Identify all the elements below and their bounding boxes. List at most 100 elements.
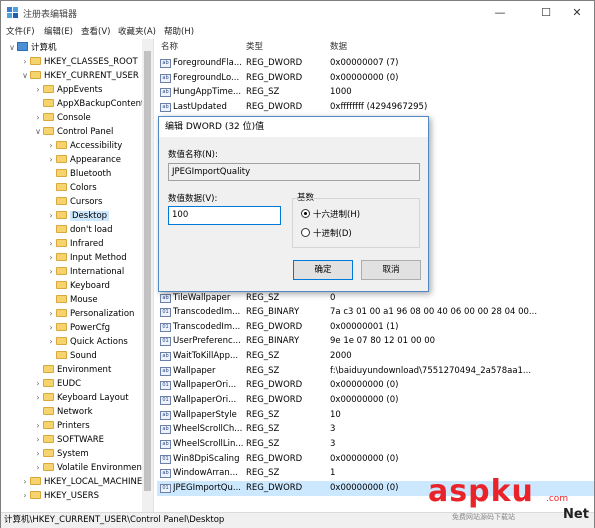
chevron-down-icon[interactable]: ∨ [20, 69, 30, 83]
chevron-right-icon[interactable]: › [33, 83, 43, 97]
tree-item[interactable]: Keyboard [46, 279, 110, 293]
tree-item[interactable]: › SOFTWARE [33, 433, 104, 447]
close-button[interactable]: ✕ [564, 5, 590, 21]
value-row[interactable]: ab HungAppTime... REG_SZ 1000 [157, 85, 594, 100]
tree-item[interactable]: Environment [33, 363, 111, 377]
chevron-right-icon[interactable]: › [20, 489, 30, 503]
chevron-right-icon[interactable]: › [33, 447, 43, 461]
chevron-right-icon[interactable]: › [46, 139, 56, 153]
tree-item[interactable]: › HKEY_LOCAL_MACHINE [20, 475, 142, 489]
chevron-down-icon[interactable]: ∨ [7, 41, 17, 55]
tree-item[interactable]: Mouse [46, 293, 98, 307]
column-header-name[interactable]: 名称 [161, 39, 178, 55]
maximize-button[interactable]: ☐ [533, 5, 559, 21]
tree-item[interactable]: Sound [46, 349, 97, 363]
minimize-button[interactable]: — [487, 5, 513, 21]
column-header-type[interactable]: 类型 [246, 39, 263, 55]
tree-item[interactable]: don't load [46, 223, 113, 237]
value-row[interactable]: ab WallpaperStyle REG_SZ 10 [157, 408, 594, 423]
chevron-right-icon[interactable]: › [46, 237, 56, 251]
tree-item-label: Printers [57, 421, 90, 431]
tree-item[interactable]: › PowerCfg [46, 321, 110, 335]
chevron-right-icon[interactable]: › [20, 475, 30, 489]
column-header-data[interactable]: 数据 [330, 39, 347, 55]
value-row[interactable]: 01 WallpaperOri... REG_DWORD 0x00000000 (0) [157, 393, 594, 408]
tree-item[interactable]: › Infrared [46, 237, 104, 251]
tree-item[interactable]: › Console [33, 111, 91, 125]
value-row[interactable]: 01 TranscodedIm... REG_DWORD 0x00000001 (1) [157, 320, 594, 335]
value-row[interactable]: ab ForegroundFla... REG_DWORD 0x00000007 (7… [157, 56, 594, 71]
value-row[interactable]: 01 Win8DpiScaling REG_DWORD 0x00000000 (0) [157, 452, 594, 467]
tree-item[interactable]: › Personalization [46, 307, 134, 321]
tree-item[interactable]: › Volatile Environmen [33, 461, 142, 475]
chevron-right-icon[interactable]: › [46, 153, 56, 167]
tree-item[interactable]: › International [46, 265, 124, 279]
chevron-right-icon[interactable]: › [46, 251, 56, 265]
tree-item[interactable]: › AppEvents [33, 83, 102, 97]
chevron-right-icon[interactable]: › [46, 321, 56, 335]
hex-radio-dot[interactable] [301, 209, 310, 218]
chevron-right-icon[interactable]: › [33, 461, 43, 475]
chevron-right-icon[interactable]: › [20, 55, 30, 69]
chevron-down-icon[interactable]: ∨ [33, 125, 43, 139]
value-name-field[interactable]: JPEGImportQuality [168, 163, 420, 181]
hex-radio[interactable]: 十六进制(H) [301, 209, 360, 221]
value-row[interactable]: 01 UserPreferenc... REG_BINARY 9e 1e 07 80 … [157, 334, 594, 349]
value-row[interactable]: ab WaitToKillApp... REG_SZ 2000 [157, 349, 594, 364]
menu-edit[interactable]: 编辑(E) [44, 25, 73, 37]
value-data: 0x00000000 (0) [330, 453, 399, 464]
value-row[interactable]: ab TileWallpaper REG_SZ 0 [157, 291, 594, 306]
chevron-right-icon[interactable]: › [46, 265, 56, 279]
value-data-input[interactable]: 100 [168, 206, 281, 225]
value-row[interactable]: ab Wallpaper REG_SZ f:\baiduyundownload\755… [157, 364, 594, 379]
value-row[interactable]: ab WheelScrollCh... REG_SZ 3 [157, 422, 594, 437]
chevron-right-icon[interactable]: › [33, 419, 43, 433]
tree-item[interactable]: › Quick Actions [46, 335, 128, 349]
tree-item[interactable]: › Appearance [46, 153, 121, 167]
chevron-right-icon[interactable]: › [46, 209, 56, 223]
tree-item[interactable]: Network [33, 405, 93, 419]
chevron-right-icon[interactable]: › [46, 307, 56, 321]
key-tree-pane: ∨ 计算机 › HKEY_CLASSES_ROOT ∨ HKEY_CURRENT_USER… [1, 39, 154, 512]
title-bar[interactable]: 注册表编辑器 — ☐ ✕ [1, 1, 594, 25]
tree-item[interactable]: › Input Method [46, 251, 127, 265]
cancel-button[interactable]: 取消 [361, 260, 421, 280]
tree-item[interactable]: Colors [46, 181, 97, 195]
menu-file[interactable]: 文件(F) [6, 25, 35, 37]
tree-item-label: Environment [57, 365, 112, 375]
tree-item[interactable]: › System [33, 447, 89, 461]
chevron-right-icon[interactable]: › [33, 377, 43, 391]
tree-item[interactable]: › Desktop [46, 209, 110, 223]
tree-item[interactable]: › EUDC [33, 377, 81, 391]
tree-item[interactable]: ∨ HKEY_CURRENT_USER [20, 69, 139, 83]
value-row[interactable]: ab LastUpdated REG_DWORD 0xffffffff (429496… [157, 100, 594, 115]
menu-help[interactable]: 帮助(H) [164, 25, 194, 37]
value-row[interactable]: ab ForegroundLo... REG_DWORD 0x00000000 (0) [157, 71, 594, 86]
tree-item[interactable]: ∨ 计算机 [7, 41, 57, 55]
decimal-radio-dot[interactable] [301, 228, 310, 237]
value-row[interactable]: ab WheelScrollLin... REG_SZ 3 [157, 437, 594, 452]
value-data: 0x00000000 (0) [330, 482, 399, 493]
tree-scroll-thumb[interactable] [144, 51, 151, 491]
chevron-right-icon[interactable]: › [33, 433, 43, 447]
value-row[interactable]: 01 WallpaperOri... REG_DWORD 0x00000000 (0) [157, 378, 594, 393]
chevron-right-icon[interactable]: › [33, 391, 43, 405]
tree-item[interactable]: ∨ Control Panel [33, 125, 113, 139]
tree-item[interactable]: Cursors [46, 195, 102, 209]
tree-item[interactable]: › HKEY_USERS [20, 489, 99, 503]
tree-item[interactable]: › HKEY_CLASSES_ROOT [20, 55, 138, 69]
tree-item[interactable]: › Keyboard Layout [33, 391, 129, 405]
binary-value-icon: 01 [160, 454, 171, 464]
menu-view[interactable]: 查看(V) [81, 25, 110, 37]
tree-item[interactable]: › Accessibility [46, 139, 122, 153]
chevron-right-icon[interactable]: › [46, 335, 56, 349]
ok-button[interactable]: 确定 [293, 260, 353, 280]
chevron-right-icon[interactable]: › [33, 111, 43, 125]
tree-item[interactable]: Bluetooth [46, 167, 111, 181]
tree-item[interactable]: › Printers [33, 419, 90, 433]
tree-item[interactable]: AppXBackupContent [33, 97, 144, 111]
menu-favorites[interactable]: 收藏夹(A) [118, 25, 156, 37]
value-row[interactable]: 01 TranscodedIm... REG_BINARY 7a c3 01 00 a… [157, 305, 594, 320]
tree-scrollbar[interactable] [142, 39, 153, 512]
decimal-radio[interactable]: 十进制(D) [301, 228, 352, 240]
